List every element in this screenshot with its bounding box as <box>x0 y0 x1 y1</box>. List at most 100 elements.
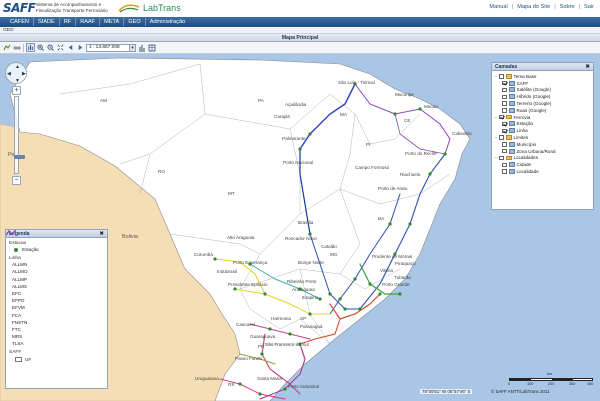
layer-item-localidade[interactable]: Localidade <box>494 168 591 175</box>
scale-tick: 400 <box>587 382 594 386</box>
layer-checkbox[interactable] <box>502 142 507 147</box>
city-label: Mucuripe <box>395 92 414 97</box>
full-extent-icon[interactable] <box>56 43 65 52</box>
layer-item-terreno[interactable]: Terreno (Google) <box>494 100 591 107</box>
save-icon[interactable] <box>2 43 11 52</box>
layer-icon <box>508 128 515 134</box>
logout-link[interactable]: Sair <box>584 4 594 10</box>
zoom-track[interactable] <box>14 96 25 174</box>
zoom-plus-button[interactable]: + <box>12 86 21 95</box>
about-link[interactable]: Sobre <box>560 4 575 10</box>
layer-radio[interactable] <box>502 87 507 93</box>
layer-item-satelite[interactable]: Satélite (Google) <box>494 87 591 94</box>
layer-group-localidades[interactable]: − Localidades <box>494 155 591 162</box>
layer-icon <box>508 94 515 100</box>
layer-radio[interactable] <box>502 108 507 113</box>
layer-radio[interactable] <box>502 101 507 106</box>
menu-item-raaf[interactable]: RAAF <box>76 18 101 26</box>
state-label-ro: RO <box>158 169 165 174</box>
legend-item-line: ALLMN <box>6 230 107 268</box>
city-label: Açailândia <box>285 102 307 107</box>
city-label: Santa Maria <box>257 376 282 381</box>
menu-item-geo[interactable]: GEO <box>124 18 146 26</box>
city-label: Porto de Aratu <box>378 186 408 191</box>
layer-checkbox[interactable] <box>502 148 507 154</box>
measure-icon[interactable] <box>12 43 21 52</box>
legend-lines-list: ALLMN ALLMO ALLMP ALLMS EFC EFPO EFVM FCA FNSTN F… <box>6 230 107 347</box>
layer-item-hibrido[interactable]: Híbrido (Google) <box>494 93 591 100</box>
layer-checkbox[interactable] <box>502 169 507 174</box>
layer-checkbox[interactable] <box>499 135 504 140</box>
city-label: Porto Esperança <box>233 260 268 265</box>
pan-control[interactable]: ▲ ◀ ▶ ▼ <box>5 62 27 84</box>
layer-group-tema-base[interactable]: − Tema Base <box>494 73 591 80</box>
legend-item-line: EFPO <box>6 230 107 304</box>
map-title: Mapa Principal <box>281 35 319 41</box>
pan-right-icon[interactable]: ▶ <box>22 71 26 77</box>
layer-group-limites[interactable]: − Limites <box>494 134 591 141</box>
layer-checkbox[interactable] <box>502 162 507 167</box>
forward-icon[interactable] <box>76 43 85 52</box>
layer-icon <box>508 148 515 154</box>
layer-item-municipio[interactable]: Município <box>494 141 591 148</box>
layer-checkbox[interactable] <box>499 155 504 161</box>
scale-bar-graphic <box>509 378 593 381</box>
table-icon[interactable] <box>147 43 156 52</box>
menu-item-rf[interactable]: RF <box>60 18 77 26</box>
layer-checkbox[interactable] <box>502 128 507 134</box>
city-label: São Luís - Tirirical <box>338 80 375 85</box>
legend-item-line: ALLMP <box>6 230 107 283</box>
main-menu: CAFEN SIADE RF RAAF META GEO Administraç… <box>0 17 600 27</box>
close-icon[interactable]: ✖ <box>99 230 104 238</box>
chevron-down-icon[interactable]: ▼ <box>129 44 135 51</box>
collapse-icon[interactable]: − <box>494 115 498 120</box>
collapse-icon[interactable]: − <box>494 135 498 140</box>
zoom-out-icon[interactable] <box>46 43 55 52</box>
city-label: Cascavel <box>236 322 255 327</box>
layer-group-ferrovia[interactable]: − Ferrovia <box>494 114 591 121</box>
layer-radio[interactable] <box>502 80 507 86</box>
logo-subtitle: Sistema de Acompanhamento e Fiscalização… <box>36 2 108 13</box>
menu-item-administracao[interactable]: Administração <box>146 18 189 26</box>
layer-item-saff[interactable]: SAFF <box>494 80 591 87</box>
state-label-mg: MG <box>330 252 338 257</box>
legend-line-label: TLSA <box>12 341 24 347</box>
pan-up-icon[interactable]: ▲ <box>15 64 20 70</box>
layer-checkbox[interactable] <box>502 121 507 127</box>
menu-item-cafen[interactable]: CAFEN <box>6 18 34 26</box>
zoom-minus-button[interactable]: − <box>12 176 21 185</box>
city-label: Porto Nacional <box>283 160 314 165</box>
layer-item-cidade[interactable]: Cidade <box>494 161 591 168</box>
zoom-thumb[interactable] <box>14 155 25 159</box>
zoom-slider[interactable]: + − <box>12 86 25 186</box>
manual-link[interactable]: Manual <box>489 4 507 10</box>
city-label: Presidente Epitácio <box>228 282 268 287</box>
back-icon[interactable] <box>66 43 75 52</box>
map-canvas[interactable]: Peru Bolivia AM PA RO MT MA CE PI BA MG … <box>0 54 600 401</box>
layer-item-zona[interactable]: Zona Urbana/Rural <box>494 148 591 155</box>
scale-select[interactable]: 1 : 13.867.008 ▼ <box>86 43 136 52</box>
scale-tick: 0 <box>508 382 511 386</box>
pan-icon[interactable] <box>26 43 35 52</box>
layer-checkbox[interactable] <box>499 74 504 79</box>
pan-left-icon[interactable]: ◀ <box>7 71 11 77</box>
collapse-icon[interactable]: − <box>494 155 498 160</box>
city-label: Campo Formoso <box>355 165 390 170</box>
chart-icon[interactable] <box>137 43 146 52</box>
layer-checkbox[interactable] <box>499 114 504 120</box>
layer-radio[interactable] <box>502 94 507 100</box>
country-label-bolivia: Bolivia <box>122 234 138 240</box>
site-map-link[interactable]: Mapa do Site <box>517 4 550 10</box>
menu-item-meta[interactable]: META <box>100 18 125 26</box>
layer-item-ruas[interactable]: Ruas (Google) <box>494 107 591 114</box>
layer-item-estacao[interactable]: Estação <box>494 121 591 128</box>
saff-logo[interactable]: SAFF <box>3 1 36 15</box>
close-icon[interactable]: ✖ <box>585 63 590 71</box>
pan-down-icon[interactable]: ▼ <box>15 78 20 84</box>
collapse-icon[interactable]: − <box>494 74 498 79</box>
city-label: Uruguaiana <box>195 376 219 381</box>
menu-item-siade[interactable]: SIADE <box>34 18 60 26</box>
city-label: Bunge Norte <box>298 260 324 265</box>
zoom-in-icon[interactable] <box>36 43 45 52</box>
layer-item-linha[interactable]: Linha <box>494 127 591 134</box>
